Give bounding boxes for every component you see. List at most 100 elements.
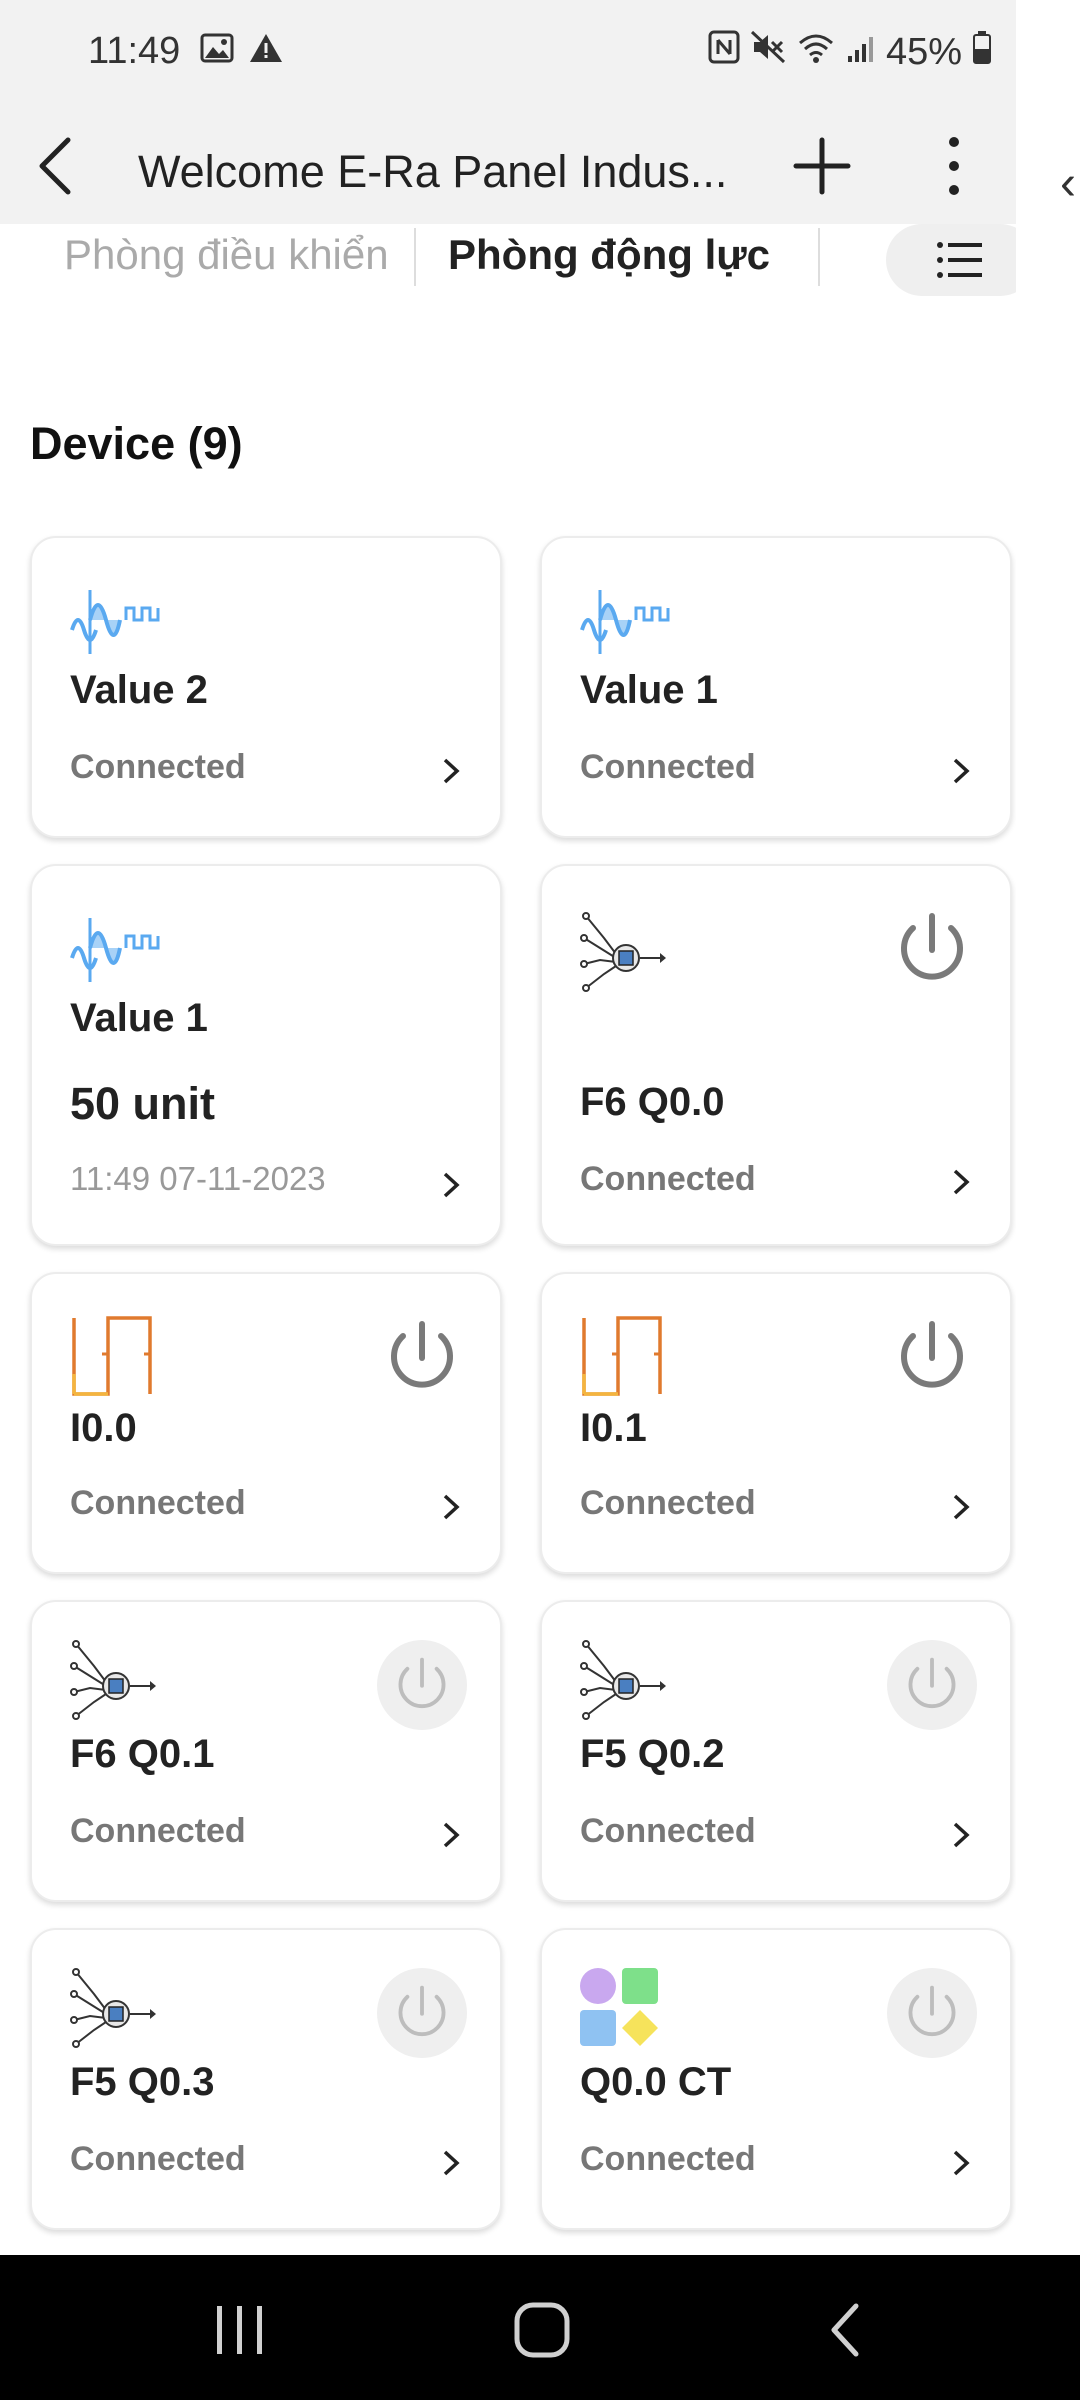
device-name: I0.0 — [70, 1406, 137, 1450]
device-value: 50 unit — [70, 1078, 216, 1129]
power-toggle[interactable] — [377, 1312, 467, 1402]
back-arrow-icon — [39, 137, 71, 195]
device-status: Connected — [70, 2140, 246, 2178]
device-card-f6-q00[interactable]: F6 Q0.0 Connected — [540, 864, 1012, 1246]
device-timestamp: 11:49 07-11-2023 — [70, 1160, 326, 1197]
tab-divider — [414, 228, 416, 286]
status-time: 11:49 — [88, 30, 181, 72]
device-status: Connected — [70, 1812, 246, 1850]
device-card-i01[interactable]: I0.1 Connected — [540, 1272, 1012, 1574]
device-card-q00-ct[interactable]: Q0.0 CT Connected — [540, 1928, 1012, 2230]
signal-icon — [846, 31, 876, 74]
nfc-icon — [708, 30, 740, 74]
status-bar: 11:49 45% — [0, 0, 1016, 104]
chevron-right-icon — [942, 1162, 982, 1202]
chevron-right-icon — [432, 1487, 472, 1527]
chevron-right-icon — [432, 751, 472, 791]
device-count-heading: Device (9) — [30, 418, 243, 469]
device-name: F5 Q0.3 — [70, 2060, 215, 2104]
device-status: Connected — [70, 748, 246, 786]
image-notification-icon — [200, 33, 234, 68]
device-card-value-1[interactable]: Value 1 Connected — [540, 536, 1012, 838]
chevron-right-icon — [942, 1487, 982, 1527]
page-title: Welcome E-Ra Panel Indus... — [138, 146, 728, 197]
device-status: Connected — [580, 2140, 756, 2178]
device-card-f5-q03[interactable]: F5 Q0.3 Connected — [30, 1928, 502, 2230]
plus-icon — [793, 137, 851, 195]
chevron-right-icon — [942, 1815, 982, 1855]
chevron-right-icon — [432, 1815, 472, 1855]
wave-signal-icon — [68, 908, 164, 988]
device-card-f6-q01[interactable]: F6 Q0.1 Connected — [30, 1600, 502, 1902]
chevron-right-icon — [432, 2143, 472, 2183]
more-options-button[interactable] — [918, 130, 990, 202]
device-status: Connected — [580, 1484, 756, 1522]
device-name: F5 Q0.2 — [580, 1732, 725, 1776]
power-icon — [908, 1657, 956, 1709]
nav-back-icon — [831, 2303, 859, 2357]
device-name: Q0.0 CT — [580, 2060, 732, 2104]
kebab-menu-icon — [949, 137, 959, 195]
room-tabs: Phòng điều khiển Phòng động lực — [0, 224, 1016, 296]
recent-apps-button[interactable] — [200, 2295, 280, 2365]
tab-list-button[interactable] — [886, 224, 1016, 296]
device-name: Value 1 — [70, 996, 208, 1040]
device-name: F6 Q0.0 — [580, 1080, 725, 1124]
device-list-screen: 11:49 45% Welcome E-Ra Panel Indus... Ph… — [0, 0, 1016, 2255]
warning-icon — [248, 32, 284, 69]
power-toggle[interactable] — [887, 1640, 977, 1730]
device-card-i00[interactable]: I0.0 Connected — [30, 1272, 502, 1574]
device-card-value-2[interactable]: Value 2 Connected — [30, 536, 502, 838]
list-icon — [937, 242, 982, 278]
device-name: I0.1 — [580, 1406, 647, 1450]
device-status: Connected — [580, 748, 756, 786]
power-icon — [901, 913, 963, 980]
device-name: Value 2 — [70, 668, 208, 712]
chip-circuit-icon — [68, 1636, 164, 1720]
power-toggle[interactable] — [887, 1968, 977, 2058]
tab-divider — [818, 228, 820, 286]
home-icon — [514, 2302, 570, 2358]
power-icon — [908, 1985, 956, 2037]
chip-circuit-icon — [578, 908, 674, 992]
power-icon — [391, 1321, 453, 1388]
power-toggle[interactable] — [377, 1968, 467, 2058]
wave-signal-icon — [578, 580, 674, 660]
battery-percent: 45% — [885, 30, 962, 73]
chevron-right-icon — [432, 1165, 472, 1205]
device-name: F6 Q0.1 — [70, 1732, 215, 1776]
pulse-signal-icon — [578, 1314, 674, 1396]
recent-apps-icon — [217, 2306, 262, 2354]
chip-circuit-icon — [68, 1964, 164, 2048]
wifi-icon — [796, 31, 836, 74]
tab-phong-dong-luc[interactable]: Phòng động lực — [448, 224, 770, 286]
power-toggle[interactable] — [887, 904, 977, 994]
device-name: Value 1 — [580, 668, 718, 712]
back-button[interactable] — [20, 130, 92, 202]
shapes-grid-icon — [578, 1966, 674, 2046]
power-toggle[interactable] — [887, 1312, 977, 1402]
nav-back-button[interactable] — [806, 2295, 886, 2365]
battery-icon — [972, 30, 992, 74]
system-nav-bar — [0, 2255, 1080, 2400]
add-button[interactable] — [786, 130, 858, 202]
power-toggle[interactable] — [377, 1640, 467, 1730]
chevron-right-icon — [942, 2143, 982, 2183]
chip-circuit-icon — [578, 1636, 674, 1720]
wave-signal-icon — [68, 580, 164, 660]
power-icon — [901, 1321, 963, 1388]
app-bar: Welcome E-Ra Panel Indus... — [0, 104, 1016, 228]
device-status: Connected — [580, 1812, 756, 1850]
device-status: Connected — [70, 1484, 246, 1522]
device-card-f5-q02[interactable]: F5 Q0.2 Connected — [540, 1600, 1012, 1902]
home-button[interactable] — [502, 2295, 582, 2365]
chevron-right-icon — [942, 751, 982, 791]
pulse-signal-icon — [68, 1314, 164, 1396]
next-screen-peek: ‹ — [1016, 0, 1080, 2255]
tab-phong-dieu-khien[interactable]: Phòng điều khiển — [64, 224, 389, 286]
power-icon — [398, 1657, 446, 1709]
power-icon — [398, 1985, 446, 2037]
device-card-value-1-reading[interactable]: Value 1 50 unit 11:49 07-11-2023 — [30, 864, 502, 1246]
mute-icon — [750, 30, 786, 74]
chevron-left-icon: ‹ — [1060, 157, 1076, 210]
